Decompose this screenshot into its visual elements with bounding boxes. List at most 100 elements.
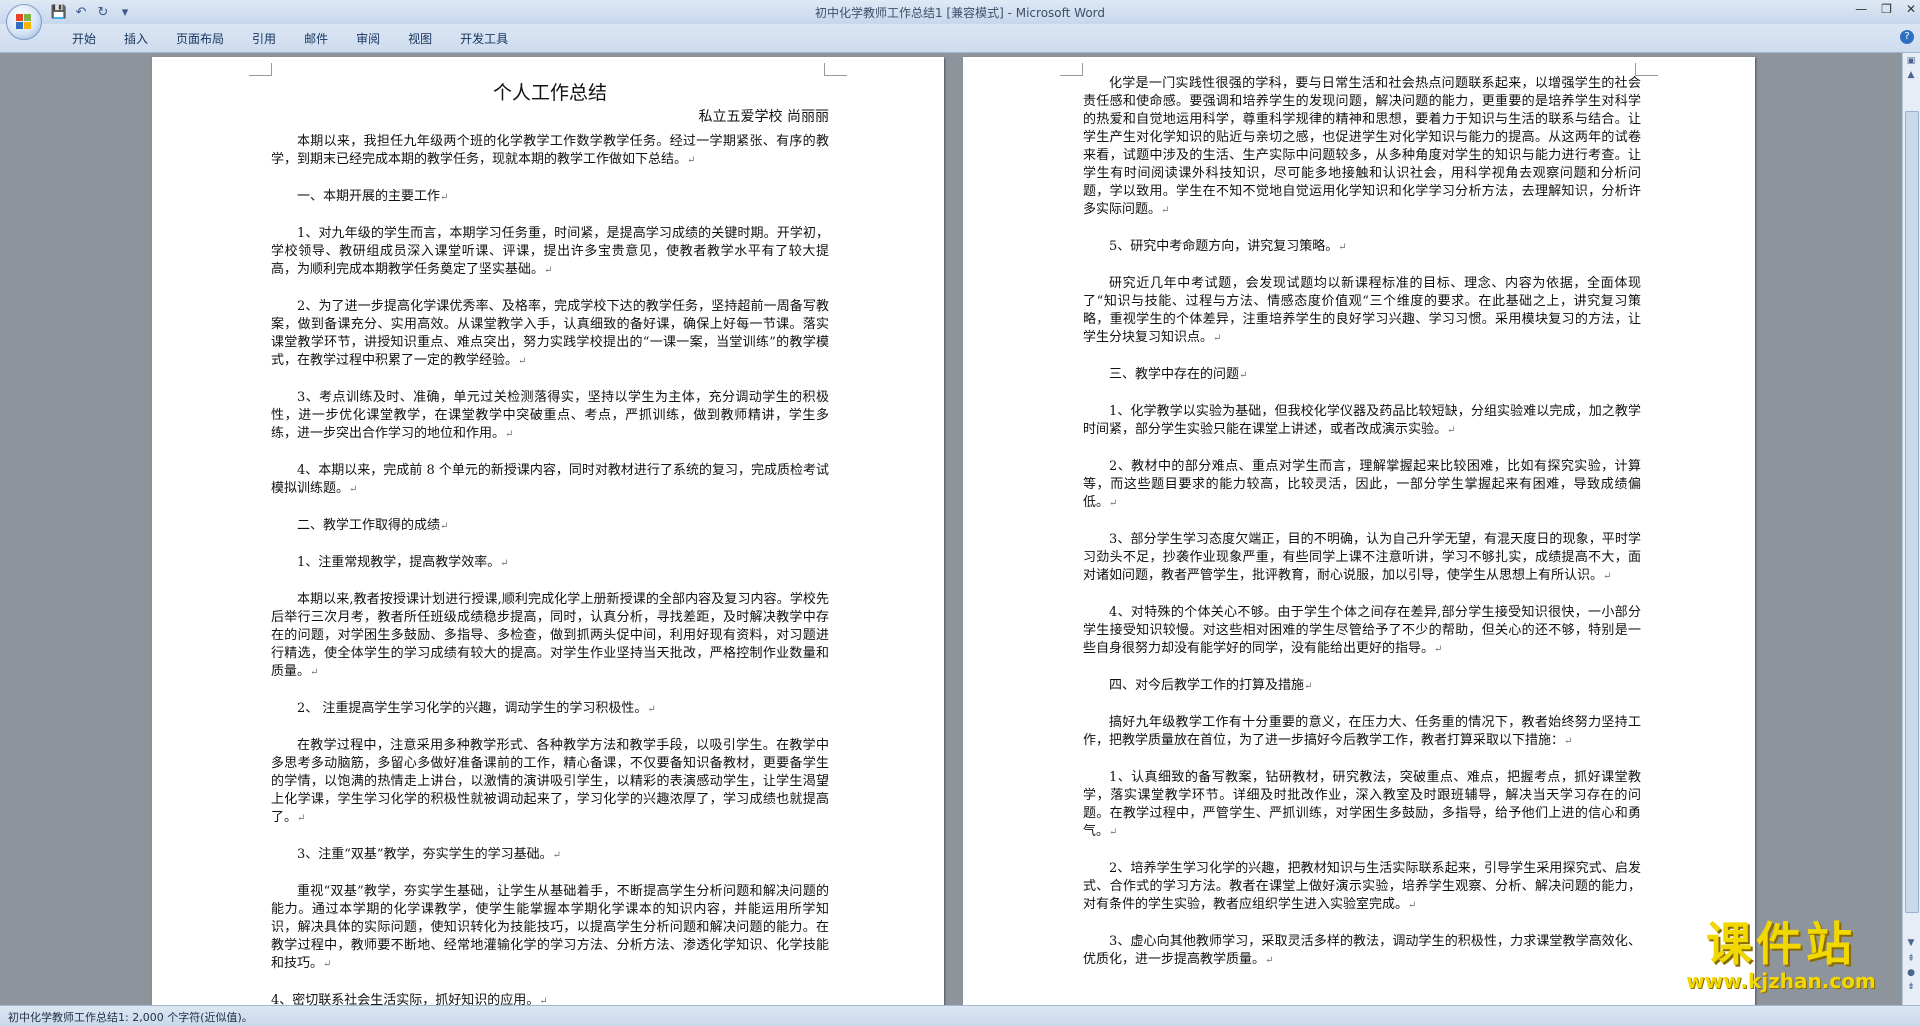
tab-mailings[interactable]: 邮件 xyxy=(290,30,342,47)
paragraph-mark-icon: ↵ xyxy=(539,996,548,1005)
help-icon[interactable]: ? xyxy=(1900,30,1914,44)
vertical-scrollbar[interactable]: ▣ ▲ ▼ ⇞ ● ⇟ xyxy=(1902,53,1920,1005)
tab-references[interactable]: 引用 xyxy=(238,30,290,47)
paragraph-text: 在教学过程中，注意采用多种教学形式、各种教学方法和教学手段，以吸引学生。在教学中… xyxy=(271,738,829,825)
paragraph-text: 四、对今后教学工作的打算及措施 xyxy=(1109,678,1305,693)
paragraph: 2、培养学生学习化学的兴趣，把教材知识与生活实际联系起来，引导学生采用探究式、启… xyxy=(1083,860,1641,915)
section-heading: 一、本期开展的主要工作↵ xyxy=(271,188,829,207)
page-2-content: 化学是一门实践性很强的学科，要与日常生活和社会热点问题联系起来，以增强学生的社会… xyxy=(1083,75,1641,988)
close-icon[interactable]: ✕ xyxy=(1906,2,1916,16)
window-title: 初中化学教师工作总结1 [兼容模式] - Microsoft Word xyxy=(814,6,1106,20)
paragraph-mark-icon: ↵ xyxy=(1304,681,1313,692)
title-bar: 💾 ↶ ↻ ▾ 初中化学教师工作总结1 [兼容模式] - Microsoft W… xyxy=(0,0,1920,25)
watermark-title: 课件站 xyxy=(1706,917,1856,971)
paragraph: 4、本期以来，完成前 8 个单元的新授课内容，同时对教材进行了系统的复习，完成质… xyxy=(271,462,829,499)
section-heading: 三、教学中存在的问题↵ xyxy=(1083,366,1641,385)
paragraph-mark-icon: ↵ xyxy=(1603,571,1612,582)
ruler-toggle-icon[interactable]: ▣ xyxy=(1905,55,1917,67)
tab-view[interactable]: 视图 xyxy=(394,30,446,47)
paragraph-mark-icon: ↵ xyxy=(544,265,553,276)
paragraph-mark-icon: ↵ xyxy=(1161,205,1170,216)
section-heading: 四、对今后教学工作的打算及措施↵ xyxy=(1083,677,1641,696)
section-heading: 3、注重“双基”教学，夯实学生的学习基础。↵ xyxy=(271,846,829,865)
paragraph: 研究近几年中考试题，会发现试题均以新课程标准的目标、理念、内容为依据，全面体现了… xyxy=(1083,275,1641,348)
paragraph: 4、对特殊的个体关心不够。由于学生个体之间存在差异,部分学生接受知识很快，一小部… xyxy=(1083,604,1641,659)
minimize-icon[interactable]: — xyxy=(1855,2,1867,16)
paragraph: 1、对九年级的学生而言，本期学习任务重，时间紧，是提高学习成绩的关键时期。开学初… xyxy=(271,225,829,280)
paragraph-text: 2、 注重提高学生学习化学的兴趣，调动学生的学习积极性。 xyxy=(297,701,648,716)
paragraph-mark-icon: ↵ xyxy=(1265,955,1274,966)
paragraph-text: 重视“双基”教学，夯实学生基础，让学生从基础着手，不断提高学生分析问题和解决问题… xyxy=(271,884,829,971)
document-title: 个人工作总结 xyxy=(492,82,607,104)
office-button[interactable] xyxy=(6,4,42,40)
paragraph-mark-icon: ↵ xyxy=(1109,498,1118,509)
paragraph-text: 2、为了进一步提高化学课优秀率、及格率，完成学校下达的教学任务，坚持超前一周备写… xyxy=(271,299,829,368)
left-page-body: 本期以来，我担任九年级两个班的化学教学工作数学教学任务。经过一学期紧张、有序的教… xyxy=(271,133,829,1005)
paragraph: 4、密切联系社会生活实际，抓好知识的应用。↵ xyxy=(271,992,829,1005)
paragraph-text: 1、化学教学以实验为基础，但我校化学仪器及药品比较短缺，分组实验难以完成，加之教… xyxy=(1083,404,1641,437)
paragraph-text: 本期以来，我担任九年级两个班的化学教学工作数学教学任务。经过一学期紧张、有序的教… xyxy=(271,134,829,167)
paragraph-text: 3、考点训练及时、准确，单元过关检测落得实，坚持以学生为主体，充分调动学生的积极… xyxy=(271,390,829,441)
paragraph: 1、化学教学以实验为基础，但我校化学仪器及药品比较短缺，分组实验难以完成，加之教… xyxy=(1083,403,1641,440)
word-count-status[interactable]: 初中化学教师工作总结1: 2,000 个字符(近似值)。 xyxy=(8,1009,253,1025)
tab-review[interactable]: 审阅 xyxy=(342,30,394,47)
paragraph: 3、虚心向其他教师学习，采取灵活多样的教法，调动学生的积极性，力求课堂教学高效化… xyxy=(1083,933,1641,970)
paragraph-text: 4、对特殊的个体关心不够。由于学生个体之间存在差异,部分学生接受知识很快，一小部… xyxy=(1083,605,1641,656)
browse-object-icon[interactable]: ● xyxy=(1905,967,1917,979)
previous-page-icon[interactable]: ⇞ xyxy=(1905,953,1917,965)
paragraph-mark-icon: ↵ xyxy=(440,192,449,203)
tab-insert[interactable]: 插入 xyxy=(110,30,162,47)
paragraph-text: 本期以来,教者按授课计划进行授课,顺利完成化学上册新授课的全部内容及复习内容。学… xyxy=(271,592,829,679)
paragraph-mark-icon: ↵ xyxy=(1408,900,1417,911)
next-page-icon[interactable]: ⇟ xyxy=(1905,981,1917,993)
paragraph: 1、认真细致的备写教案，钻研教材，研究教法，突破重点、难点，把握考点，抓好课堂教… xyxy=(1083,769,1641,842)
paragraph-text: 4、密切联系社会生活实际，抓好知识的应用。 xyxy=(271,993,540,1005)
paragraph: 重视“双基”教学，夯实学生基础，让学生从基础着手，不断提高学生分析问题和解决问题… xyxy=(271,883,829,974)
ribbon: 开始 插入 页面布局 引用 邮件 审阅 视图 开发工具 ? xyxy=(0,24,1920,53)
paragraph-mark-icon: ↵ xyxy=(349,484,358,495)
paragraph-mark-icon: ↵ xyxy=(552,850,561,861)
paragraph-text: 搞好九年级教学工作有十分重要的意义，在压力大、任务重的情况下，教者始终努力坚持工… xyxy=(1083,715,1641,748)
paragraph-text: 3、注重“双基”教学，夯实学生的学习基础。 xyxy=(297,847,553,862)
tab-developer[interactable]: 开发工具 xyxy=(446,30,522,47)
paragraph-text: 1、认真细致的备写教案，钻研教材，研究教法，突破重点、难点，把握考点，抓好课堂教… xyxy=(1083,770,1641,839)
paragraph-text: 1、注重常规教学，提高教学效率。 xyxy=(297,555,501,570)
paragraph-text: 二、教学工作取得的成绩 xyxy=(297,518,441,533)
tab-home[interactable]: 开始 xyxy=(58,30,110,47)
paragraph: 本期以来，我担任九年级两个班的化学教学工作数学教学任务。经过一学期紧张、有序的教… xyxy=(271,133,829,170)
right-page-body: 化学是一门实践性很强的学科，要与日常生活和社会热点问题联系起来，以增强学生的社会… xyxy=(1083,75,1641,970)
paragraph-mark-icon: ↵ xyxy=(1564,736,1573,747)
paragraph: 2、教材中的部分难点、重点对学生而言，理解掌握起来比较困难，比如有探究实验，计算… xyxy=(1083,458,1641,513)
office-logo-icon xyxy=(16,14,32,30)
paragraph-mark-icon: ↵ xyxy=(505,429,514,440)
section-heading: 二、教学工作取得的成绩↵ xyxy=(271,517,829,536)
section-heading: 2、 注重提高学生学习化学的兴趣，调动学生的学习积极性。↵ xyxy=(271,700,829,719)
paragraph-mark-icon: ↵ xyxy=(1109,827,1118,838)
scroll-up-icon[interactable]: ▲ xyxy=(1905,69,1917,81)
paragraph-mark-icon: ↵ xyxy=(518,356,527,367)
paragraph-mark-icon: ↵ xyxy=(647,704,656,715)
tab-page-layout[interactable]: 页面布局 xyxy=(162,30,238,47)
document-author: 私立五爱学校 尚丽丽 xyxy=(698,109,829,125)
section-heading: 1、注重常规教学，提高教学效率。↵ xyxy=(271,554,829,573)
paragraph-mark-icon: ↵ xyxy=(1338,242,1347,253)
paragraph-mark-icon: ↵ xyxy=(1434,644,1443,655)
ribbon-tabs: 开始 插入 页面布局 引用 邮件 审阅 视图 开发工具 xyxy=(58,30,522,47)
paragraph-mark-icon: ↵ xyxy=(687,155,696,166)
paragraph-mark-icon: ↵ xyxy=(297,813,306,824)
paragraph-mark-icon: ↵ xyxy=(310,667,319,678)
section-heading: 5、研究中考命题方向，讲究复习策略。↵ xyxy=(1083,238,1641,257)
paragraph-text: 一、本期开展的主要工作 xyxy=(297,189,441,204)
paragraph-mark-icon: ↵ xyxy=(1447,425,1456,436)
paragraph: 本期以来,教者按授课计划进行授课,顺利完成化学上册新授课的全部内容及复习内容。学… xyxy=(271,591,829,682)
page-1[interactable]: 个人工作总结 私立五爱学校 尚丽丽 本期以来，我担任九年级两个班的化学教学工作数… xyxy=(152,57,944,1005)
page-1-content: 个人工作总结 私立五爱学校 尚丽丽 本期以来，我担任九年级两个班的化学教学工作数… xyxy=(271,75,829,1005)
document-area: 个人工作总结 私立五爱学校 尚丽丽 本期以来，我担任九年级两个班的化学教学工作数… xyxy=(0,53,1903,1005)
page-2[interactable]: 化学是一门实践性很强的学科，要与日常生活和社会热点问题联系起来，以增强学生的社会… xyxy=(963,57,1755,1005)
scroll-down-icon[interactable]: ▼ xyxy=(1905,937,1917,949)
maximize-icon[interactable]: ❐ xyxy=(1881,2,1892,16)
paragraph-mark-icon: ↵ xyxy=(440,521,449,532)
margin-corner-mark xyxy=(1060,63,1083,76)
scrollbar-thumb[interactable] xyxy=(1905,111,1919,913)
paragraph-text: 三、教学中存在的问题 xyxy=(1109,367,1240,382)
